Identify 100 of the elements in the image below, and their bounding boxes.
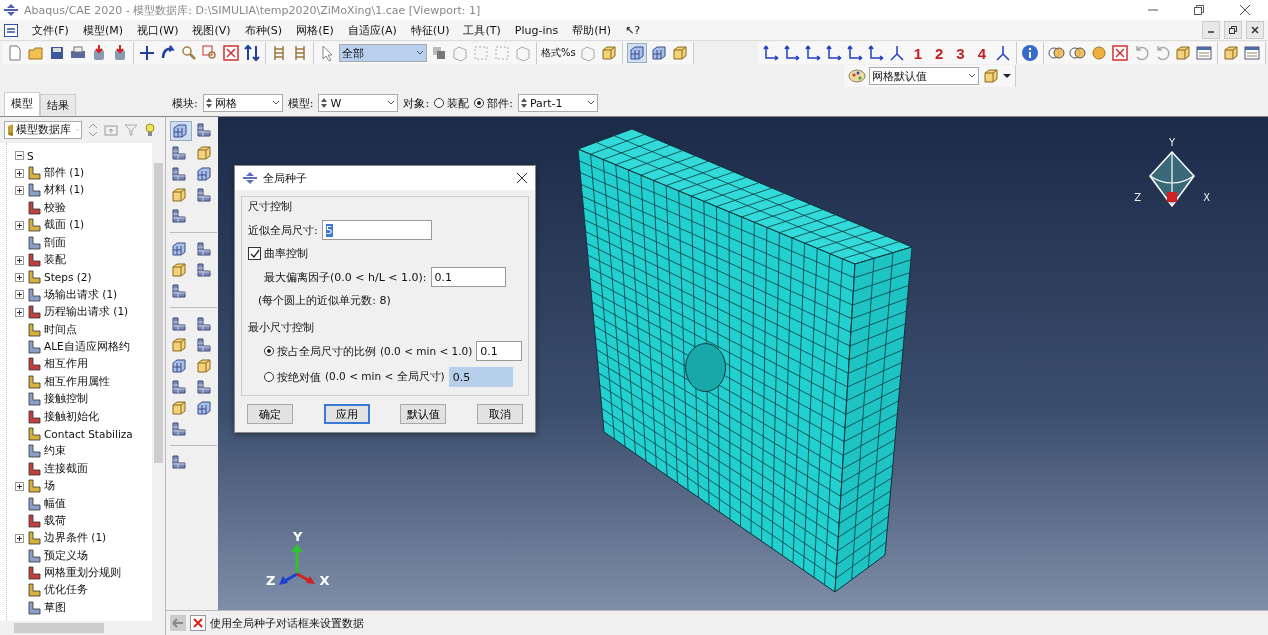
render-style-dropdown[interactable]: 网格默认值	[869, 67, 979, 85]
expand-icon[interactable]	[15, 533, 24, 543]
spin-arrows-icon[interactable]	[205, 97, 212, 109]
menu-item[interactable]: 视口(W)	[137, 22, 179, 38]
tree-item[interactable]: Steps (2)	[44, 271, 92, 284]
tree-item[interactable]: 部件 (1)	[44, 166, 85, 181]
triad-icon[interactable]	[994, 44, 1012, 62]
cancel-x-icon[interactable]	[190, 615, 206, 631]
tab[interactable]: 结果	[40, 94, 76, 116]
palette-icon[interactable]	[848, 67, 866, 85]
axes-view-icon[interactable]	[866, 44, 885, 62]
mesh-cube-icon[interactable]	[627, 44, 646, 62]
menu-item[interactable]: 布种(S)	[244, 22, 283, 38]
tree-item[interactable]: 场	[44, 479, 55, 494]
shaded-cube-icon[interactable]	[670, 44, 689, 62]
axes-view-icon[interactable]	[803, 44, 822, 62]
overlapping-circles-icon[interactable]	[1069, 44, 1087, 62]
object-radio[interactable]: 部件:	[474, 95, 513, 111]
expand-icon[interactable]	[15, 481, 24, 491]
tree-item[interactable]: 接触控制	[44, 392, 88, 407]
min-size-field[interactable]: 0.1	[476, 341, 522, 361]
expand-icon[interactable]	[15, 168, 24, 178]
tree-item[interactable]: 约束	[44, 444, 66, 459]
menu-item[interactable]: 模型(M)	[82, 22, 123, 38]
caret-icon[interactable]	[1003, 73, 1011, 79]
tree-item[interactable]: 边界条件 (1)	[44, 531, 107, 546]
fit-icon[interactable]	[222, 44, 240, 62]
close-icon[interactable]	[517, 173, 527, 183]
tree-item[interactable]: 校验	[44, 200, 66, 215]
tree-item[interactable]: 载荷	[44, 513, 66, 528]
box-zoom-icon[interactable]	[201, 44, 219, 62]
menu-item[interactable]: 文件(F)	[32, 22, 69, 38]
tree-item[interactable]: ALE自适应网格约	[44, 340, 130, 354]
tree-item[interactable]: S	[27, 149, 34, 162]
expand-icon[interactable]	[15, 272, 24, 282]
restore-icon[interactable]	[1194, 5, 1204, 15]
tree-item[interactable]: 连接截面	[44, 461, 88, 476]
database-icon[interactable]	[7, 124, 13, 136]
axes-view-icon[interactable]	[782, 44, 801, 62]
dotted-square-icon[interactable]	[472, 44, 490, 62]
dialog-button[interactable]: 应用	[323, 404, 370, 424]
cube-icon[interactable]	[599, 44, 618, 62]
axes-view-icon[interactable]	[761, 44, 780, 62]
tree-item[interactable]: 场输出请求 (1)	[44, 287, 118, 302]
min-size-field[interactable]: 0.5	[448, 367, 513, 387]
overlapping-circles-icon[interactable]	[1048, 44, 1066, 62]
tree-item[interactable]: 材料 (1)	[44, 183, 85, 198]
close-button[interactable]	[1246, 21, 1264, 39]
tree-item[interactable]: 时间点	[44, 322, 77, 337]
tree-item[interactable]: 历程输出请求 (1)	[44, 305, 129, 320]
circle-icon[interactable]	[1090, 44, 1108, 62]
tree-item[interactable]: 优化任务	[44, 583, 88, 598]
expand-icon[interactable]	[15, 290, 24, 300]
menu-item[interactable]: 自适应(A)	[347, 22, 397, 38]
spin-arrows-icon[interactable]	[520, 97, 527, 109]
magnifier-icon[interactable]	[180, 44, 198, 62]
tree-source-dropdown[interactable]: 模型数据库	[4, 121, 82, 139]
lightbulb-icon[interactable]	[144, 123, 156, 137]
dialog-button[interactable]: 取消	[476, 404, 523, 424]
model-dropdown[interactable]: W	[318, 94, 399, 112]
viewport-number-button[interactable]: 3	[951, 44, 970, 62]
tree-item[interactable]: 相互作用	[44, 357, 88, 372]
info-icon[interactable]	[1021, 44, 1039, 62]
viewport-number-button[interactable]: 2	[929, 44, 949, 62]
curvature-checkbox[interactable]: 曲率控制	[248, 246, 522, 261]
collapse-icon[interactable]	[15, 151, 24, 161]
menu-item[interactable]: ↖?	[625, 23, 641, 37]
tree-item[interactable]: 预定义场	[44, 548, 88, 563]
menu-item[interactable]: 网格(E)	[296, 22, 334, 38]
menu-item[interactable]: Plug-ins	[514, 23, 559, 37]
viewport-number-button[interactable]: 4	[972, 44, 991, 62]
folder-icon[interactable]	[27, 44, 45, 62]
selection-filter-dropdown[interactable]: 全部	[339, 44, 427, 62]
restore-icon[interactable]	[1229, 26, 1237, 34]
checkmark-icon[interactable]	[249, 248, 260, 259]
min-size-radio[interactable]: 按占全局尺寸的比例	[264, 343, 376, 359]
menu-item[interactable]: 帮助(H)	[572, 22, 611, 38]
dashed-cube-icon[interactable]	[649, 44, 668, 62]
min-size-radio[interactable]: 按绝对值	[264, 369, 321, 385]
deviation-factor-field[interactable]: 0.1	[430, 267, 506, 287]
dotted-square-icon[interactable]	[493, 44, 511, 62]
expand-icon[interactable]	[15, 255, 24, 265]
dialog-button[interactable]: 确定	[247, 404, 293, 424]
horizontal-scrollbar[interactable]	[0, 621, 165, 635]
tree-item[interactable]: 接触初始化	[44, 409, 99, 424]
copy-icon[interactable]	[430, 44, 448, 62]
tree-item[interactable]: 网格重划分规则	[44, 566, 121, 581]
close-icon[interactable]	[1240, 5, 1250, 15]
axes-view-icon[interactable]	[845, 44, 864, 62]
tree-item[interactable]: 装配	[44, 253, 66, 268]
menu-item[interactable]: 特征(U)	[410, 22, 450, 38]
updown-arrows-icon[interactable]	[243, 44, 261, 62]
minimize-button[interactable]	[1202, 21, 1220, 39]
viewport-number-button[interactable]: 1	[908, 44, 927, 62]
global-size-field[interactable]: 5	[321, 220, 432, 240]
tree-item[interactable]: 截面 (1)	[44, 218, 85, 233]
tree-item[interactable]: 相互作用属性	[44, 374, 110, 389]
expand-icon[interactable]	[15, 220, 24, 230]
menu-icon[interactable]	[4, 23, 18, 37]
tree-item[interactable]: 幅值	[44, 496, 66, 511]
